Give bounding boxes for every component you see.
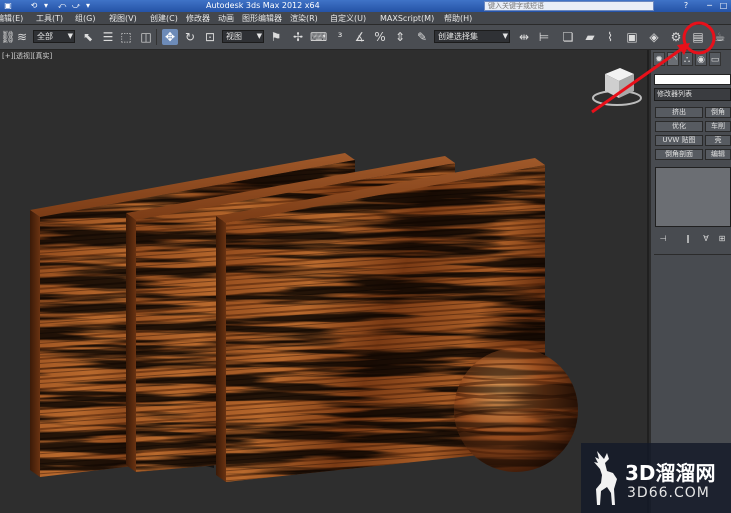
menu-views[interactable]: 视图(V) [109,12,137,25]
optimize-button[interactable]: 优化 [655,121,703,132]
watermark-domain: 3D66.COM [627,485,710,501]
app-menu-icon[interactable]: ▣ [2,1,14,11]
graphite-tools-icon[interactable]: ▰ [582,29,598,45]
angle-snap-icon[interactable]: ∡ [352,29,368,45]
shell-button[interactable]: 壳 [705,135,731,146]
rectangle-selection-icon[interactable]: ⬚ [118,29,134,45]
watermark: 3D溜溜网 3D66.COM [581,443,731,513]
minimize-button[interactable]: ─ [703,0,716,11]
menu-bar: 编辑(E) 工具(T) 组(G) 视图(V) 创建(C) 修改器 动画 图形编辑… [0,12,731,25]
help-icon[interactable]: ? [680,1,692,11]
chevron-down-icon: ▼ [502,32,508,40]
render-setup-icon[interactable]: ⚙ [668,29,684,45]
pivot-center-icon[interactable]: ⚑ [268,29,284,45]
select-and-move-icon[interactable]: ✥ [162,29,178,45]
configure-modifier-sets-icon[interactable]: ⊞ [716,233,728,245]
uvw-map-button[interactable]: UVW 贴图 [655,135,703,146]
window-crossing-icon[interactable]: ◫ [138,29,154,45]
lathe-button[interactable]: 车削 [705,121,731,132]
bevel-button[interactable]: 倒角 [705,107,731,118]
reference-coordinate-dropdown[interactable]: 视图 ▼ [222,30,264,43]
menu-maxscript[interactable]: MAXScript(M) [380,12,434,25]
title-bar: ▣ ⟲ ▾ ⤺ ⤻ ▾ Autodesk 3ds Max 2012 x64 键入… [0,0,731,12]
menu-edit[interactable]: 编辑(E) [0,12,23,25]
snaps-toggle-icon[interactable]: ³ [332,29,348,45]
undo-icon[interactable]: ⤺ [56,1,68,11]
window-title: Autodesk 3ds Max 2012 x64 [206,1,320,10]
select-object-icon[interactable]: ⬉ [80,29,96,45]
perspective-viewport[interactable]: [+][透视][真实] [0,50,649,513]
extrude-button[interactable]: 挤出 [655,107,703,118]
curve-editor-icon[interactable]: ⌇ [602,29,618,45]
panel-divider [654,254,731,255]
reference-coordinate-value: 视图 [226,32,242,41]
menu-modifiers[interactable]: 修改器 [186,12,210,25]
rendered-frame-window-icon[interactable]: ▤ [690,29,706,45]
spinner-snap-icon[interactable]: ⇕ [392,29,408,45]
quick-access-dropdown-icon[interactable]: ▾ [40,1,52,11]
render-production-icon[interactable]: ☕ [712,29,728,45]
named-selection-dropdown[interactable]: 创建选择集 ▼ [434,30,510,43]
menu-customize[interactable]: 自定义(U) [330,12,366,25]
motion-tab-icon[interactable]: ◉ [695,52,707,66]
show-end-result-icon[interactable]: ‖ [682,233,694,245]
create-tab-icon[interactable]: ✹ [653,52,665,66]
deer-logo-icon [594,451,617,505]
modify-tab-icon[interactable]: ◠ [667,52,679,66]
modifier-stack-list[interactable] [655,167,731,227]
bevel-profile-button[interactable]: 倒角剖面 [655,149,703,160]
redo-icon[interactable]: ⤻ [70,1,82,11]
command-panel-tabs: ✹ ◠ ⛬ ◉ ▭ [651,52,731,68]
menu-group[interactable]: 组(G) [75,12,95,25]
menu-animation[interactable]: 动画 [218,12,234,25]
viewport-label[interactable]: [+][透视][真实] [2,51,52,61]
hierarchy-tab-icon[interactable]: ⛬ [681,52,693,66]
quick-access-icon[interactable]: ⟲ [28,1,40,11]
selection-filter-dropdown[interactable]: 全部 ▼ [33,30,75,43]
wood-scene [30,68,642,482]
search-input[interactable]: 键入关键字或短语 [484,1,654,11]
object-name-field[interactable] [654,74,731,85]
modifier-stack-controls: ⊣ ‖ ∀ ⊞ [654,233,731,247]
menu-tools[interactable]: 工具(T) [36,12,63,25]
redo-dropdown-icon[interactable]: ▾ [82,1,94,11]
select-by-name-icon[interactable]: ☰ [100,29,116,45]
menu-rendering[interactable]: 渲染(R) [290,12,318,25]
main-toolbar: ⛓ ≋ 全部 ▼ ⬉ ☰ ⬚ ◫ ✥ ↻ ⊡ 视图 ▼ ⚑ ✢ ⌨ ³ ∡ % … [0,25,731,50]
toolbar-divider [156,29,157,45]
viewcube[interactable] [592,68,642,106]
named-selection-value: 创建选择集 [438,32,478,41]
select-and-manipulate-icon[interactable]: ✢ [290,29,306,45]
chevron-down-icon: ▼ [256,32,262,40]
keyboard-shortcut-override-icon[interactable]: ⌨ [310,29,327,45]
edit-button[interactable]: 编辑 [705,149,731,160]
select-and-rotate-icon[interactable]: ↻ [182,29,198,45]
chevron-down-icon: ▼ [67,32,73,40]
display-tab-icon[interactable]: ▭ [709,52,721,66]
percent-snap-icon[interactable]: % [372,29,388,45]
make-unique-icon[interactable]: ∀ [700,233,712,245]
menu-create[interactable]: 创建(C) [150,12,178,25]
maximize-button[interactable]: □ [717,0,730,11]
layer-manager-icon[interactable]: ❏ [560,29,576,45]
menu-help[interactable]: 帮助(H) [444,12,472,25]
material-editor-icon[interactable]: ◈ [646,29,662,45]
select-and-scale-icon[interactable]: ⊡ [202,29,218,45]
menu-graph-editors[interactable]: 图形编辑器 [242,12,282,25]
pin-stack-icon[interactable]: ⊣ [657,233,669,245]
mirror-icon[interactable]: ⇹ [516,29,532,45]
watermark-brand: 3D溜溜网 [625,461,716,485]
schematic-view-icon[interactable]: ▣ [624,29,640,45]
edit-named-selection-icon[interactable]: ✎ [414,29,430,45]
modifier-list-dropdown[interactable]: 修改器列表 [654,88,731,101]
bind-spacewarp-icon[interactable]: ≋ [14,29,30,45]
align-icon[interactable]: ⊨ [536,29,552,45]
selection-filter-value: 全部 [37,32,53,41]
